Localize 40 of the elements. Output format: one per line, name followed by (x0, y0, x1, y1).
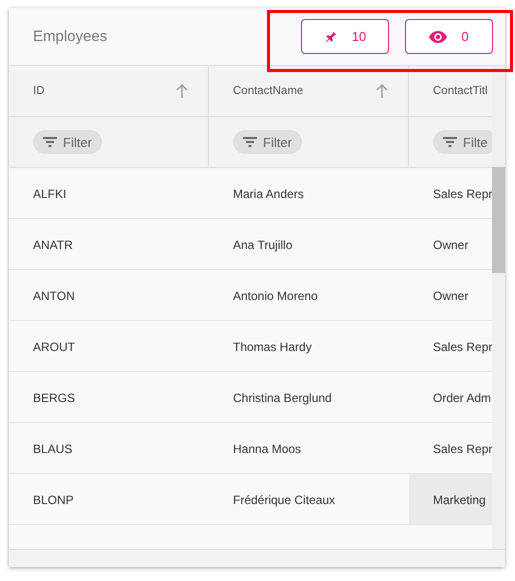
table-cell-text: Ana Trujillo (232, 237, 294, 254)
grid-title: Employees (33, 28, 108, 45)
table-cell-text: Order Adm (432, 390, 492, 407)
table-cell-text: Sales Repr (432, 186, 492, 203)
table-cell-text: ANTON (32, 288, 76, 305)
filter-icon (443, 137, 457, 147)
table-cell-text: Frédérique Citeaux (232, 492, 336, 509)
table-cell-text: Sales Repr (432, 441, 492, 458)
filter-icon (43, 137, 57, 147)
table-cell-text: AROUT (32, 339, 76, 356)
toolbar-button[interactable]: 0 (405, 19, 493, 54)
filter-icon (243, 137, 257, 147)
table-cell-text: Owner (432, 237, 470, 254)
table-cell-text: Owner (432, 288, 470, 305)
table-cell-text: ALFKI (32, 186, 68, 203)
table-cell-text: BERGS (32, 390, 76, 407)
column-header[interactable]: ID (9, 66, 209, 116)
table-cell-text: BLAUS (32, 441, 74, 458)
eye-icon (429, 30, 448, 44)
table-cell-text: Antonio Moreno (232, 288, 319, 305)
filter-chip[interactable]: Filter (33, 130, 102, 154)
table-cell: Marketing (409, 474, 492, 524)
table-cell-text: Hanna Moos (232, 441, 302, 458)
table-cell-text: Sales Repr (432, 339, 492, 356)
pin-icon (324, 30, 338, 44)
sort-arrow-icon[interactable] (376, 84, 388, 98)
column-header[interactable]: ContactName (209, 66, 409, 116)
table-cell-text: BLONP (32, 492, 75, 509)
filter-chip[interactable]: Filter (233, 130, 302, 154)
toolbar-button[interactable]: 10 (301, 19, 389, 54)
column-header[interactable]: ContactTitl (409, 66, 492, 116)
scrollbar-thumb[interactable] (492, 167, 505, 273)
filter-chip[interactable]: Filte (433, 130, 492, 154)
sort-arrow-icon[interactable] (176, 84, 188, 98)
table-cell-text: Christina Berglund (232, 390, 333, 407)
table-cell-text: ANATR (32, 237, 74, 254)
table-cell-text: Maria Anders (232, 186, 305, 203)
horizontal-scrollbar[interactable] (9, 549, 505, 567)
vertical-scrollbar[interactable] (492, 66, 505, 549)
table-cell-text: Thomas Hardy (232, 339, 313, 356)
